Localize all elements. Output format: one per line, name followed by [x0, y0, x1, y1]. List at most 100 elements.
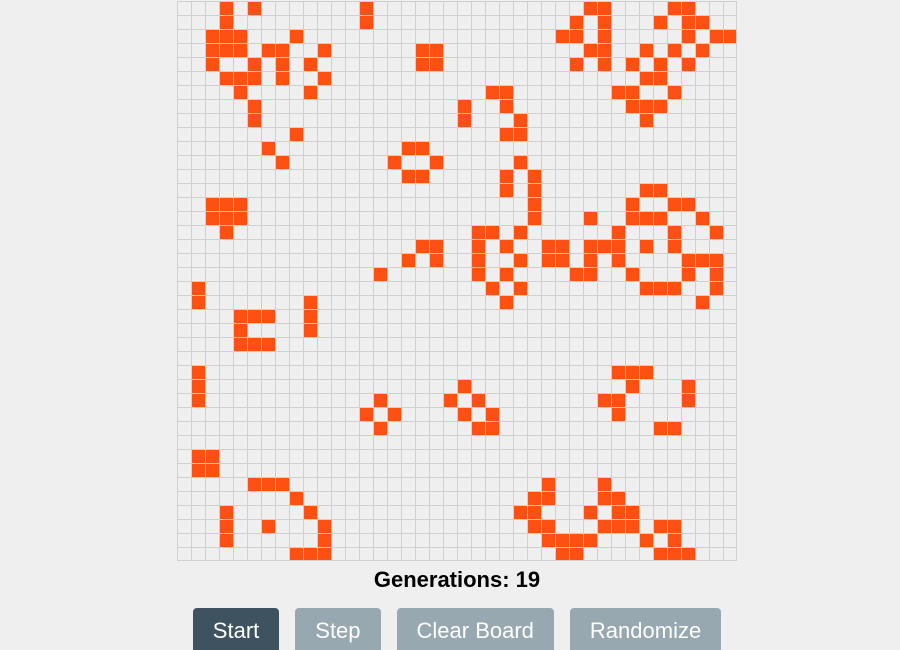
cell-dead[interactable] [415, 29, 429, 43]
cell-alive[interactable] [583, 505, 597, 519]
cell-dead[interactable] [541, 43, 555, 57]
cell-dead[interactable] [681, 407, 695, 421]
cell-dead[interactable] [233, 407, 247, 421]
cell-dead[interactable] [555, 421, 569, 435]
cell-dead[interactable] [569, 337, 583, 351]
cell-dead[interactable] [653, 463, 667, 477]
cell-alive[interactable] [695, 43, 709, 57]
cell-dead[interactable] [485, 197, 499, 211]
cell-dead[interactable] [457, 533, 471, 547]
cell-dead[interactable] [177, 547, 191, 561]
cell-dead[interactable] [233, 477, 247, 491]
cell-alive[interactable] [583, 267, 597, 281]
cell-dead[interactable] [583, 141, 597, 155]
cell-alive[interactable] [513, 155, 527, 169]
cell-dead[interactable] [359, 127, 373, 141]
cell-dead[interactable] [695, 197, 709, 211]
cell-dead[interactable] [681, 435, 695, 449]
cell-dead[interactable] [709, 99, 723, 113]
cell-dead[interactable] [275, 267, 289, 281]
cell-dead[interactable] [359, 113, 373, 127]
cell-dead[interactable] [401, 519, 415, 533]
cell-dead[interactable] [457, 127, 471, 141]
cell-dead[interactable] [541, 225, 555, 239]
cell-dead[interactable] [317, 29, 331, 43]
cell-dead[interactable] [219, 421, 233, 435]
cell-dead[interactable] [275, 15, 289, 29]
cell-dead[interactable] [219, 127, 233, 141]
cell-dead[interactable] [513, 183, 527, 197]
cell-dead[interactable] [233, 393, 247, 407]
cell-dead[interactable] [275, 85, 289, 99]
cell-dead[interactable] [331, 225, 345, 239]
cell-dead[interactable] [583, 183, 597, 197]
cell-dead[interactable] [359, 155, 373, 169]
cell-alive[interactable] [653, 211, 667, 225]
cell-dead[interactable] [177, 85, 191, 99]
cell-dead[interactable] [499, 449, 513, 463]
cell-dead[interactable] [317, 323, 331, 337]
cell-alive[interactable] [611, 225, 625, 239]
cell-dead[interactable] [513, 421, 527, 435]
cell-dead[interactable] [233, 491, 247, 505]
cell-dead[interactable] [723, 365, 737, 379]
cell-dead[interactable] [681, 113, 695, 127]
cell-alive[interactable] [233, 323, 247, 337]
cell-dead[interactable] [611, 379, 625, 393]
cell-dead[interactable] [261, 281, 275, 295]
cell-dead[interactable] [233, 239, 247, 253]
cell-dead[interactable] [695, 337, 709, 351]
cell-dead[interactable] [723, 309, 737, 323]
cell-dead[interactable] [345, 379, 359, 393]
cell-dead[interactable] [695, 351, 709, 365]
cell-alive[interactable] [499, 99, 513, 113]
cell-alive[interactable] [415, 169, 429, 183]
cell-dead[interactable] [303, 337, 317, 351]
cell-dead[interactable] [513, 141, 527, 155]
cell-dead[interactable] [569, 127, 583, 141]
cell-dead[interactable] [401, 127, 415, 141]
cell-alive[interactable] [219, 1, 233, 15]
cell-dead[interactable] [555, 519, 569, 533]
cell-dead[interactable] [709, 435, 723, 449]
cell-dead[interactable] [275, 127, 289, 141]
cell-dead[interactable] [513, 519, 527, 533]
cell-alive[interactable] [611, 239, 625, 253]
cell-dead[interactable] [681, 505, 695, 519]
cell-dead[interactable] [499, 477, 513, 491]
cell-dead[interactable] [541, 127, 555, 141]
cell-dead[interactable] [471, 533, 485, 547]
cell-dead[interactable] [625, 113, 639, 127]
cell-dead[interactable] [653, 43, 667, 57]
cell-dead[interactable] [373, 337, 387, 351]
cell-dead[interactable] [569, 183, 583, 197]
cell-alive[interactable] [667, 1, 681, 15]
cell-dead[interactable] [345, 15, 359, 29]
cell-dead[interactable] [597, 141, 611, 155]
cell-dead[interactable] [499, 43, 513, 57]
cell-dead[interactable] [625, 337, 639, 351]
cell-dead[interactable] [499, 393, 513, 407]
cell-alive[interactable] [583, 211, 597, 225]
cell-dead[interactable] [387, 351, 401, 365]
cell-dead[interactable] [555, 99, 569, 113]
cell-dead[interactable] [709, 141, 723, 155]
cell-dead[interactable] [359, 57, 373, 71]
cell-dead[interactable] [625, 533, 639, 547]
cell-dead[interactable] [205, 295, 219, 309]
cell-dead[interactable] [205, 351, 219, 365]
cell-dead[interactable] [415, 155, 429, 169]
cell-dead[interactable] [723, 127, 737, 141]
cell-dead[interactable] [429, 127, 443, 141]
cell-alive[interactable] [317, 71, 331, 85]
cell-dead[interactable] [345, 225, 359, 239]
cell-dead[interactable] [471, 211, 485, 225]
cell-dead[interactable] [205, 505, 219, 519]
cell-dead[interactable] [219, 99, 233, 113]
cell-dead[interactable] [471, 71, 485, 85]
step-button[interactable]: Step [295, 608, 381, 650]
cell-dead[interactable] [359, 379, 373, 393]
cell-dead[interactable] [345, 393, 359, 407]
cell-dead[interactable] [471, 281, 485, 295]
cell-dead[interactable] [331, 309, 345, 323]
